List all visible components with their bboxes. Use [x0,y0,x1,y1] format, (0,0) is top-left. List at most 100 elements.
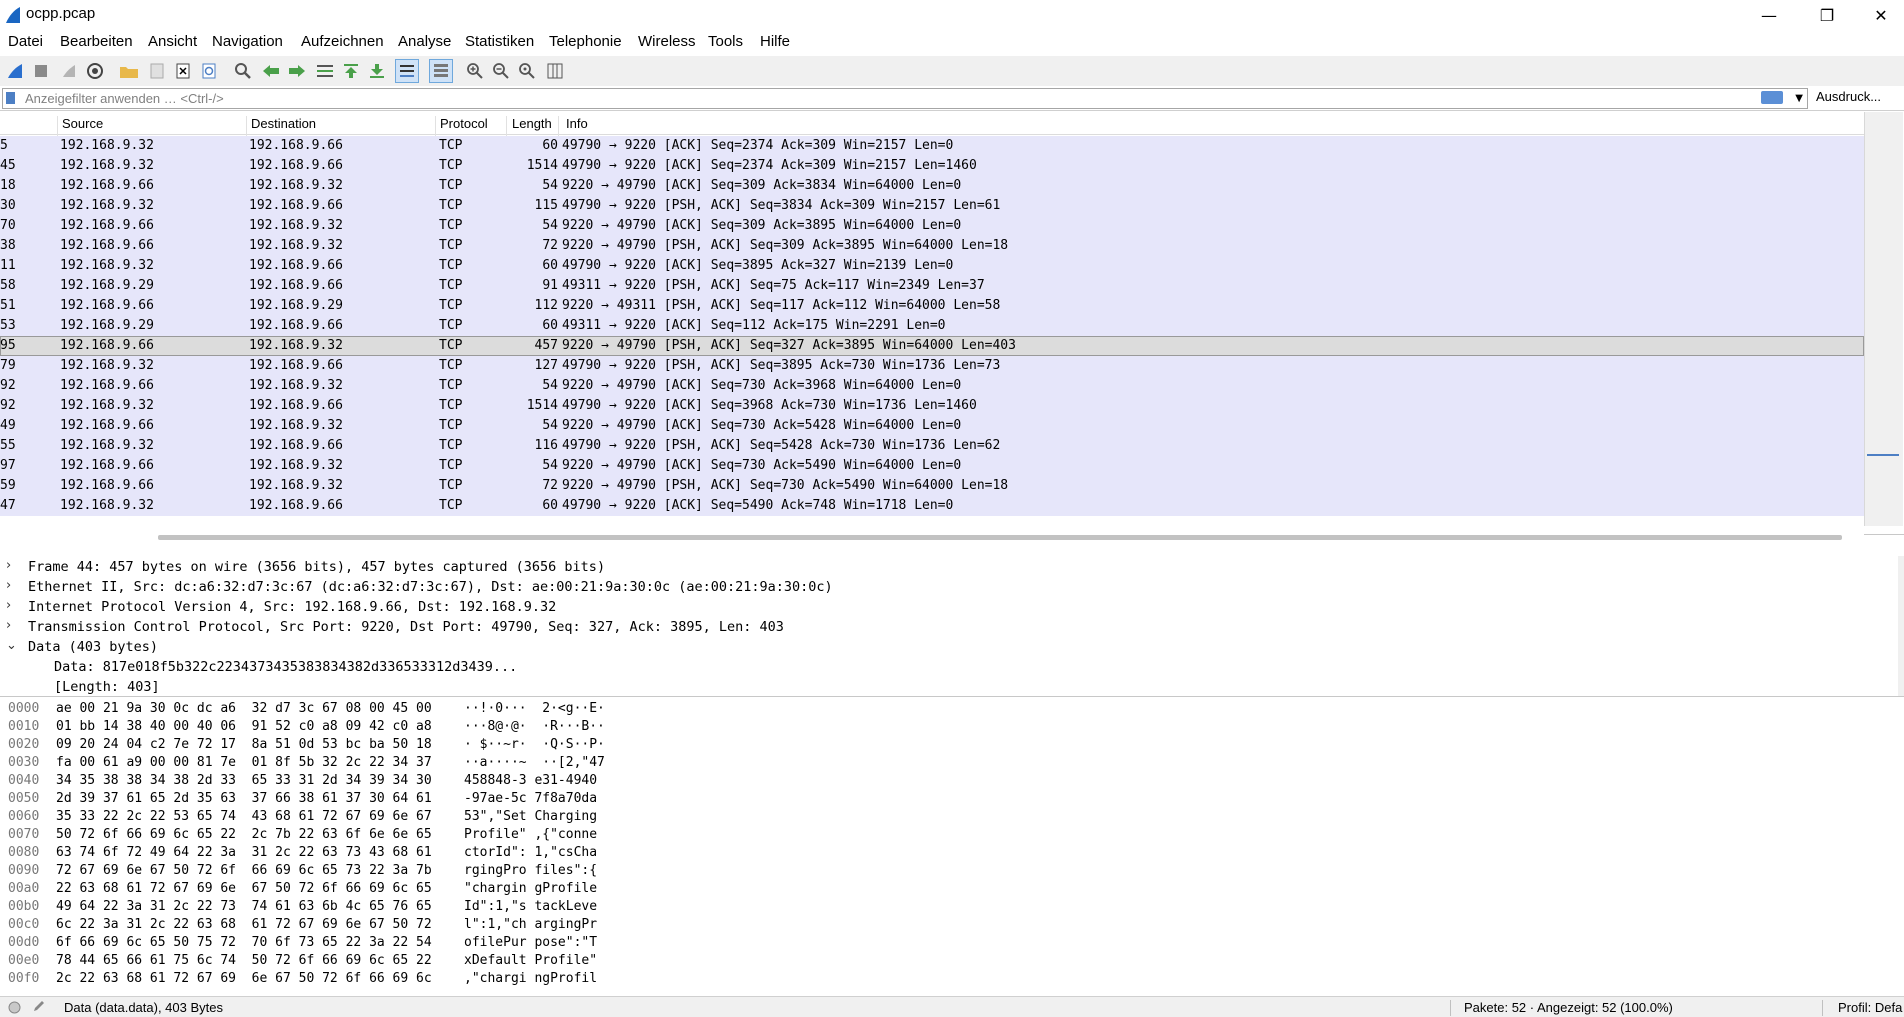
hex-offset[interactable]: 0030 [8,755,39,770]
status-profile[interactable]: Profil: Defa [1838,1000,1902,1015]
packet-row[interactable]: 79 192.168.9.32 192.168.9.66 TCP 127 49790 → … [0,356,1864,376]
resize-columns-icon[interactable] [544,60,566,82]
chevron-down-icon[interactable]: ▼ [1795,93,1803,104]
restart-capture-icon[interactable] [58,60,80,82]
hex-ascii[interactable]: xDefault Profile" [464,953,597,968]
save-file-icon[interactable] [146,60,168,82]
packet-list-horizontal-scrollbar[interactable] [0,530,1864,544]
detail-tree-item[interactable]: › Transmission Control Protocol, Src Port… [0,617,1890,637]
chevron-right-icon[interactable]: › [6,578,11,593]
capture-options-icon[interactable] [84,60,106,82]
packet-row[interactable]: 92 192.168.9.32 192.168.9.66 TCP 1514 49790 →… [0,396,1864,416]
hex-bytes[interactable]: 09 20 24 04 c2 7e 72 17 8a 51 0d 53 bc b… [56,737,432,752]
close-button[interactable]: ✕ [1858,0,1904,30]
hex-offset[interactable]: 00e0 [8,953,39,968]
hex-bytes[interactable]: 34 35 38 38 34 38 2d 33 65 33 31 2d 34 3… [56,773,432,788]
last-packet-icon[interactable] [366,60,388,82]
autoscroll-icon[interactable] [395,59,419,83]
packet-row[interactable]: 51 192.168.9.66 192.168.9.29 TCP 112 9220 → 4… [0,296,1864,316]
open-file-icon[interactable] [118,60,140,82]
hex-offset[interactable]: 00c0 [8,917,39,932]
hex-bytes[interactable]: 2c 22 63 68 61 72 67 69 6e 67 50 72 6f 6… [56,971,432,986]
packet-row[interactable]: 18 192.168.9.66 192.168.9.32 TCP 54 9220 → 49… [0,176,1864,196]
hex-ascii[interactable]: "chargin gProfile [464,881,597,896]
reload-file-icon[interactable] [198,60,220,82]
hex-bytes[interactable]: 50 72 6f 66 69 6c 65 22 2c 7b 22 63 6f 6… [56,827,432,842]
chevron-right-icon[interactable]: › [6,618,11,633]
packet-row[interactable]: 59 192.168.9.66 192.168.9.32 TCP 72 9220 → 49… [0,476,1864,496]
menu-hilfe[interactable]: Hilfe [760,33,790,50]
packet-row[interactable]: 49 192.168.9.66 192.168.9.32 TCP 54 9220 → 49… [0,416,1864,436]
hex-ascii[interactable]: rgingPro files":{ [464,863,597,878]
hex-offset[interactable]: 00a0 [8,881,39,896]
detail-tree-item[interactable]: Data: 817e018f5b322c2234373435383834382d… [0,657,1890,677]
expression-button[interactable]: Ausdruck... [1816,89,1881,104]
packet-row[interactable]: 45 192.168.9.32 192.168.9.66 TCP 1514 49790 →… [0,156,1864,176]
hex-offset[interactable]: 00b0 [8,899,39,914]
bookmark-icon[interactable] [6,92,15,104]
hex-bytes[interactable]: 35 33 22 2c 22 53 65 74 43 68 61 72 67 6… [56,809,432,824]
column-divider[interactable] [435,116,436,138]
detail-tree-item[interactable]: › Ethernet II, Src: dc:a6:32:d7:3c:67 (dc… [0,577,1890,597]
menu-navigation[interactable]: Navigation [212,33,283,50]
packet-row[interactable]: 97 192.168.9.66 192.168.9.32 TCP 54 9220 → 49… [0,456,1864,476]
detail-tree-item[interactable]: ⌄ Data (403 bytes) [0,637,1890,657]
hex-offset[interactable]: 0090 [8,863,39,878]
display-filter-input[interactable] [23,90,1757,107]
column-divider[interactable] [246,116,247,138]
hex-bytes[interactable]: 49 64 22 3a 31 2c 22 73 74 61 63 6b 4c 6… [56,899,432,914]
packet-row[interactable]: 30 192.168.9.32 192.168.9.66 TCP 115 49790 → … [0,196,1864,216]
menu-wireless[interactable]: Wireless [638,33,696,50]
scrollbar-thumb[interactable] [158,535,1842,540]
column-header-destination[interactable]: Destination [251,116,316,131]
hex-offset[interactable]: 0080 [8,845,39,860]
menu-analyse[interactable]: Analyse [398,33,451,50]
hex-bytes[interactable]: 01 bb 14 38 40 00 40 06 91 52 c0 a8 09 4… [56,719,432,734]
hex-offset[interactable]: 0060 [8,809,39,824]
menu-bearbeiten[interactable]: Bearbeiten [60,33,133,50]
stop-capture-icon[interactable] [30,60,52,82]
minimize-button[interactable]: — [1746,0,1792,30]
zoom-out-icon[interactable] [490,60,512,82]
column-header-protocol[interactable]: Protocol [440,116,488,131]
apply-filter-arrow-icon[interactable] [1761,91,1783,104]
restore-button[interactable]: ❐ [1804,0,1850,30]
hex-bytes[interactable]: 78 44 65 66 61 75 6c 74 50 72 6f 66 69 6… [56,953,432,968]
hex-bytes[interactable]: 2d 39 37 61 65 2d 35 63 37 66 38 61 37 3… [56,791,432,806]
column-header-length[interactable]: Length [512,116,552,131]
column-divider[interactable] [506,116,507,138]
start-capture-icon[interactable] [4,60,26,82]
hex-ascii[interactable]: · $··~r· ·Q·S··P· [464,737,605,752]
detail-tree-item[interactable]: [Length: 403] [0,677,1890,697]
hex-ascii[interactable]: 53","Set Charging [464,809,597,824]
detail-tree-item[interactable]: › Internet Protocol Version 4, Src: 192.1… [0,597,1890,617]
packet-row[interactable]: 55 192.168.9.32 192.168.9.66 TCP 116 49790 → … [0,436,1864,456]
capture-comment-icon[interactable] [32,999,46,1016]
first-packet-icon[interactable] [340,60,362,82]
hex-ascii[interactable]: ctorId": 1,"csCha [464,845,597,860]
go-to-packet-icon[interactable] [314,60,336,82]
column-header-info[interactable]: Info [566,116,588,131]
menu-aufzeichnen[interactable]: Aufzeichnen [301,33,384,50]
packet-row[interactable]: 92 192.168.9.66 192.168.9.32 TCP 54 9220 → 49… [0,376,1864,396]
hex-offset[interactable]: 0000 [8,701,39,716]
column-divider[interactable] [57,116,58,138]
details-scrollbar[interactable] [1898,556,1904,696]
hex-ascii[interactable]: ··a····~ ··[2,"47 [464,755,605,770]
column-divider[interactable] [558,116,559,138]
chevron-right-icon[interactable]: › [6,558,11,573]
menu-statistiken[interactable]: Statistiken [465,33,534,50]
packet-row[interactable]: 58 192.168.9.29 192.168.9.66 TCP 91 49311 → 9… [0,276,1864,296]
hex-bytes[interactable]: 63 74 6f 72 49 64 22 3a 31 2c 22 63 73 4… [56,845,432,860]
menu-telephonie[interactable]: Telephonie [549,33,622,50]
hex-offset[interactable]: 00f0 [8,971,39,986]
packet-row-selected[interactable]: 95 192.168.9.66 192.168.9.32 TCP 457 9220 → 4… [0,336,1864,356]
hex-offset[interactable]: 0050 [8,791,39,806]
colorize-icon[interactable] [429,59,453,83]
hex-offset[interactable]: 0070 [8,827,39,842]
hex-bytes[interactable]: 22 63 68 61 72 67 69 6e 67 50 72 6f 66 6… [56,881,432,896]
scrollbar-thumb[interactable] [1867,454,1899,456]
go-back-icon[interactable] [260,60,282,82]
packet-row[interactable]: 5 192.168.9.32 192.168.9.66 TCP 60 49790 → 92… [0,136,1864,156]
detail-tree-item[interactable]: › Frame 44: 457 bytes on wire (3656 bits)… [0,557,1890,577]
